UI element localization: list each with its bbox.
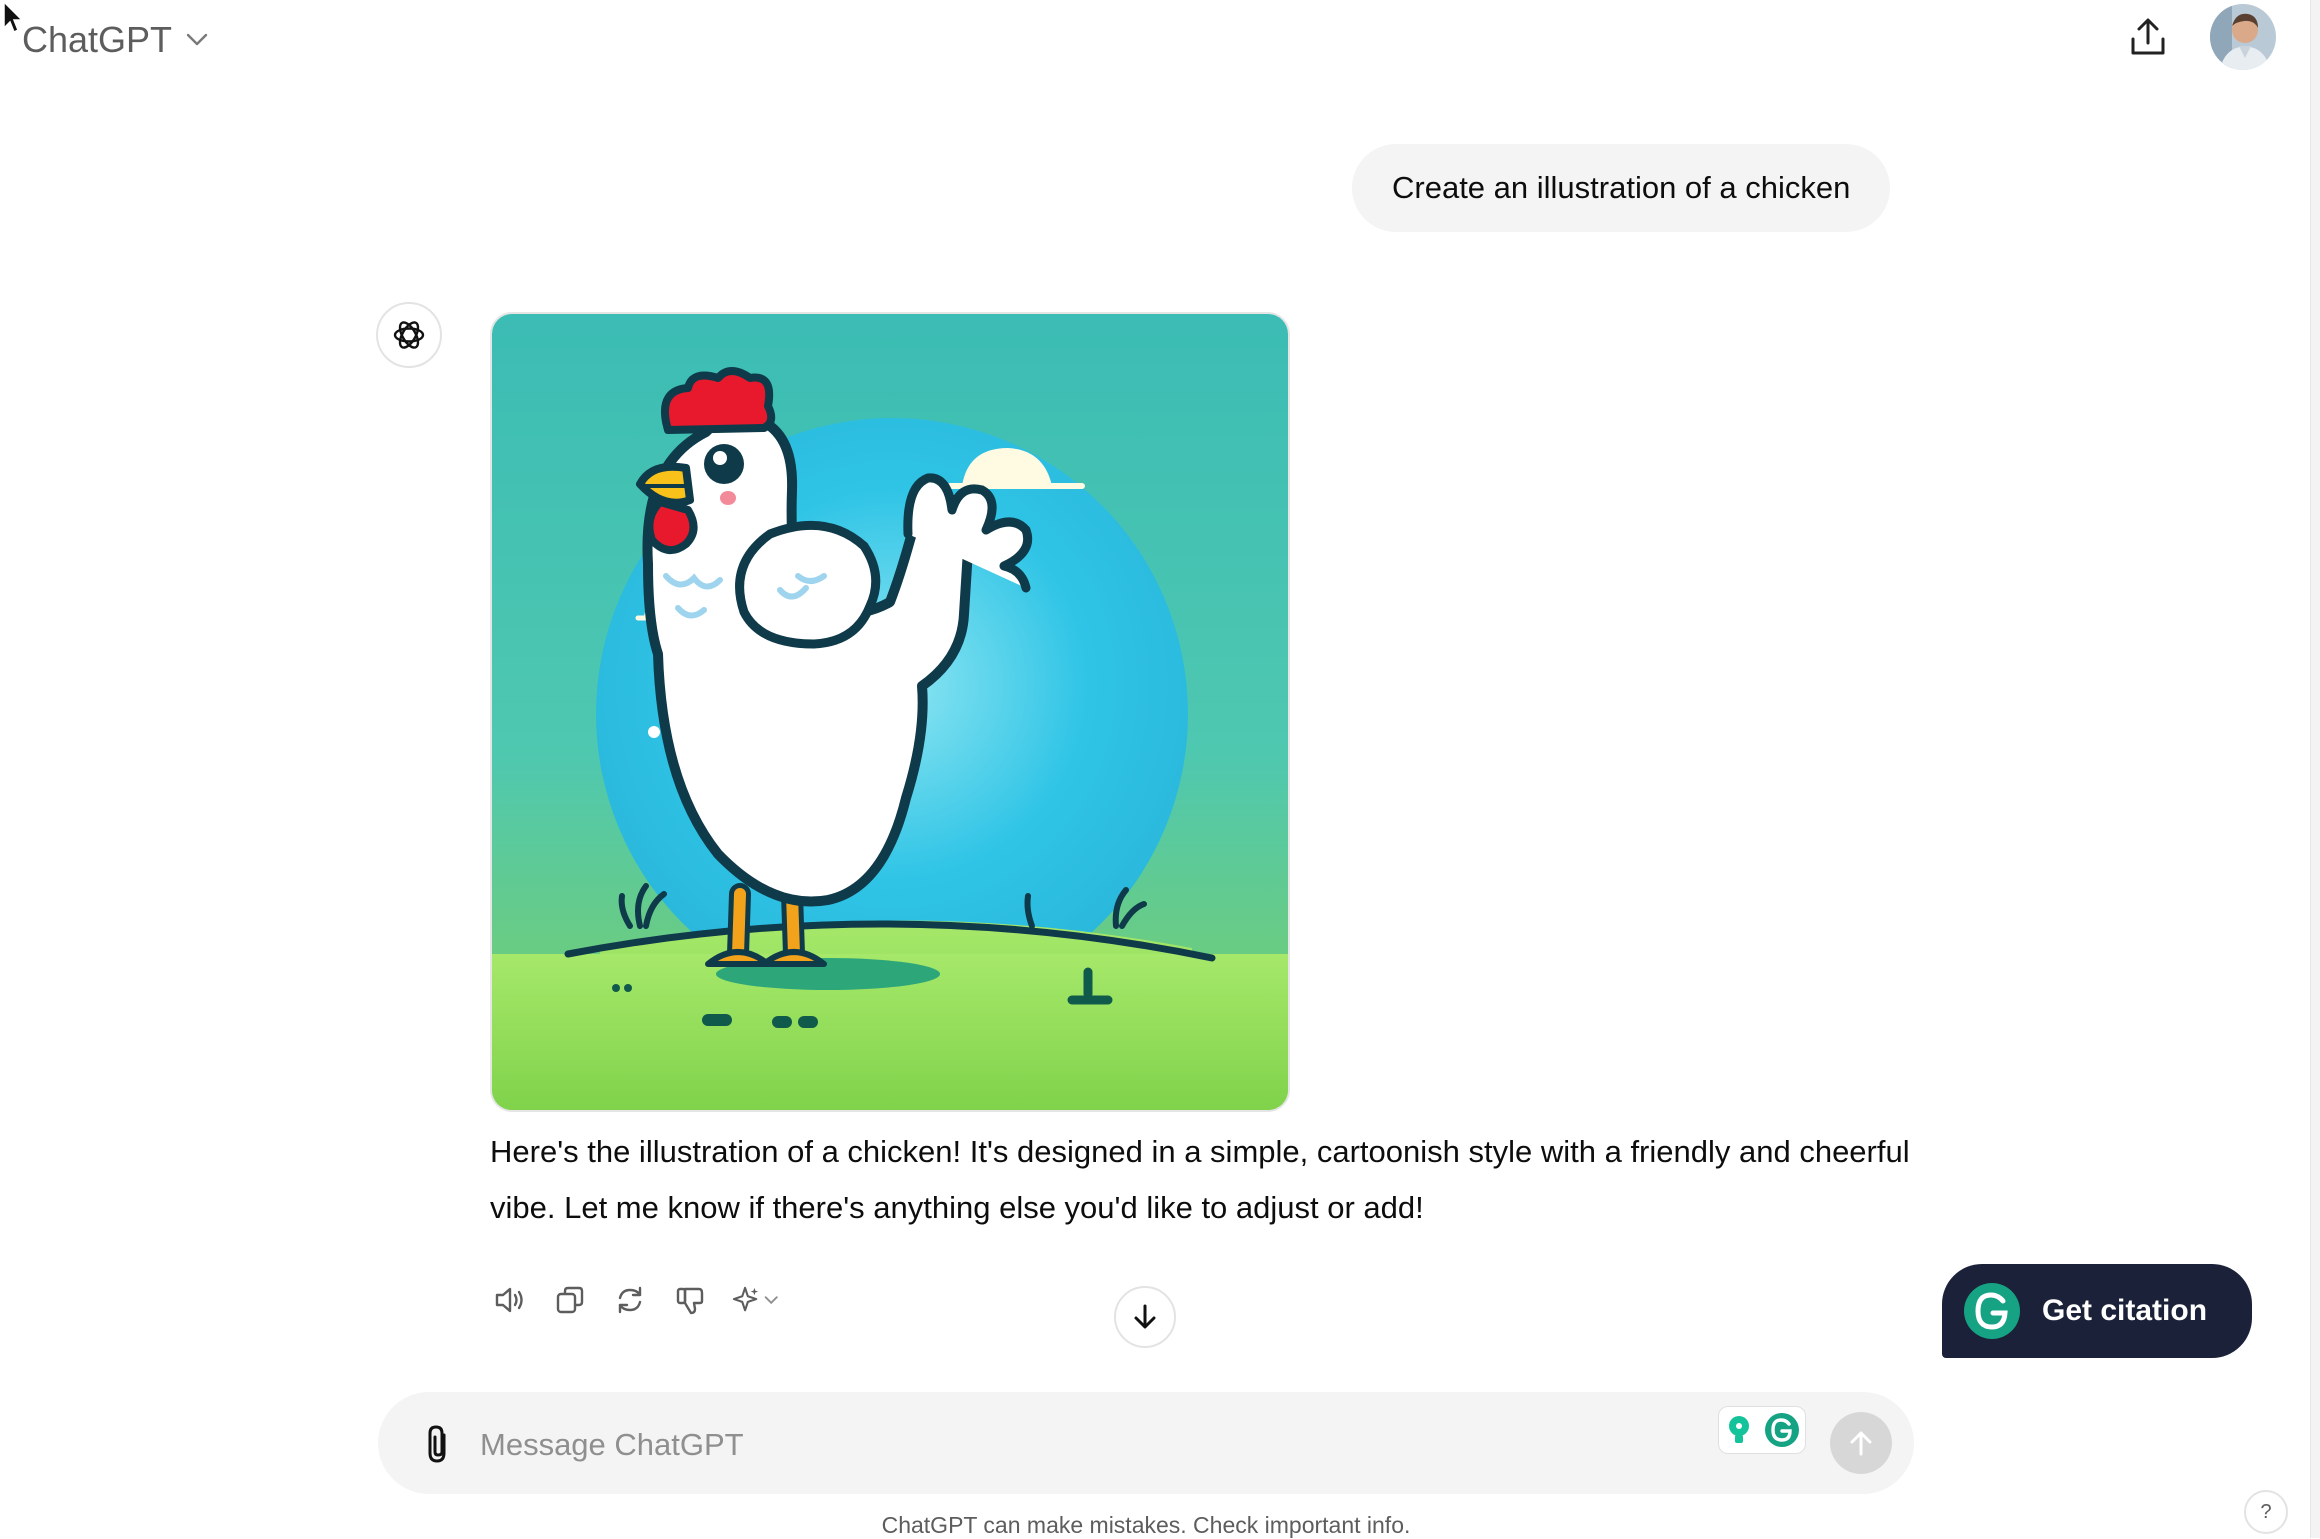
arrow-up-icon (1850, 1431, 1872, 1456)
disclaimer-text: ChatGPT can make mistakes. Check importa… (881, 1512, 1411, 1538)
copy-icon (556, 1286, 584, 1314)
openai-logo-icon (393, 321, 425, 349)
paperclip-icon (428, 1425, 446, 1463)
chicken-illustration (492, 314, 1288, 1110)
sparkle-model-icon (732, 1286, 778, 1312)
generated-image-chicken[interactable] (490, 312, 1290, 1112)
regenerate-button[interactable] (610, 1280, 650, 1320)
scroll-to-bottom-button[interactable] (1114, 1286, 1176, 1348)
user-avatar[interactable] (2210, 4, 2276, 70)
arrow-down-icon (1134, 1304, 1156, 1329)
model-name: ChatGPT (22, 19, 173, 60)
grammarly-icon (1964, 1283, 2020, 1339)
share-button[interactable] (2118, 8, 2178, 68)
chevron-down-icon (186, 33, 208, 46)
lightbulb-icon (1729, 1416, 1749, 1443)
regenerate-icon (618, 1286, 642, 1314)
thumbs-down-button[interactable] (670, 1280, 710, 1320)
assistant-avatar (376, 302, 442, 368)
switch-model-button[interactable] (730, 1280, 790, 1320)
read-aloud-button[interactable] (490, 1280, 530, 1320)
window-edge-scrollbar (2310, 0, 2320, 1538)
speaker-icon (495, 1287, 523, 1313)
send-button[interactable] (1830, 1412, 1892, 1474)
share-upload-icon (2131, 18, 2165, 55)
copy-button[interactable] (550, 1280, 590, 1320)
user-message-text: Create an illustration of a chicken (1392, 170, 1851, 205)
model-switcher[interactable]: ChatGPT (22, 14, 208, 66)
attach-file-button[interactable] (412, 1418, 464, 1470)
get-citation-button[interactable]: Get citation (1942, 1264, 2252, 1358)
user-message-bubble: Create an illustration of a chicken (1352, 144, 1891, 232)
get-citation-label: Get citation (2042, 1294, 2208, 1327)
thumbs-down-icon (676, 1287, 704, 1315)
avatar-photo (2210, 4, 2276, 70)
message-input[interactable] (478, 1404, 1672, 1486)
assistant-message-text: Here's the illustration of a chicken! It… (490, 1134, 1910, 1225)
help-button[interactable]: ? (2244, 1490, 2288, 1534)
grammarly-widget[interactable] (1718, 1406, 1806, 1454)
message-action-bar (490, 1276, 790, 1324)
grammarly-icon (1765, 1413, 1799, 1447)
